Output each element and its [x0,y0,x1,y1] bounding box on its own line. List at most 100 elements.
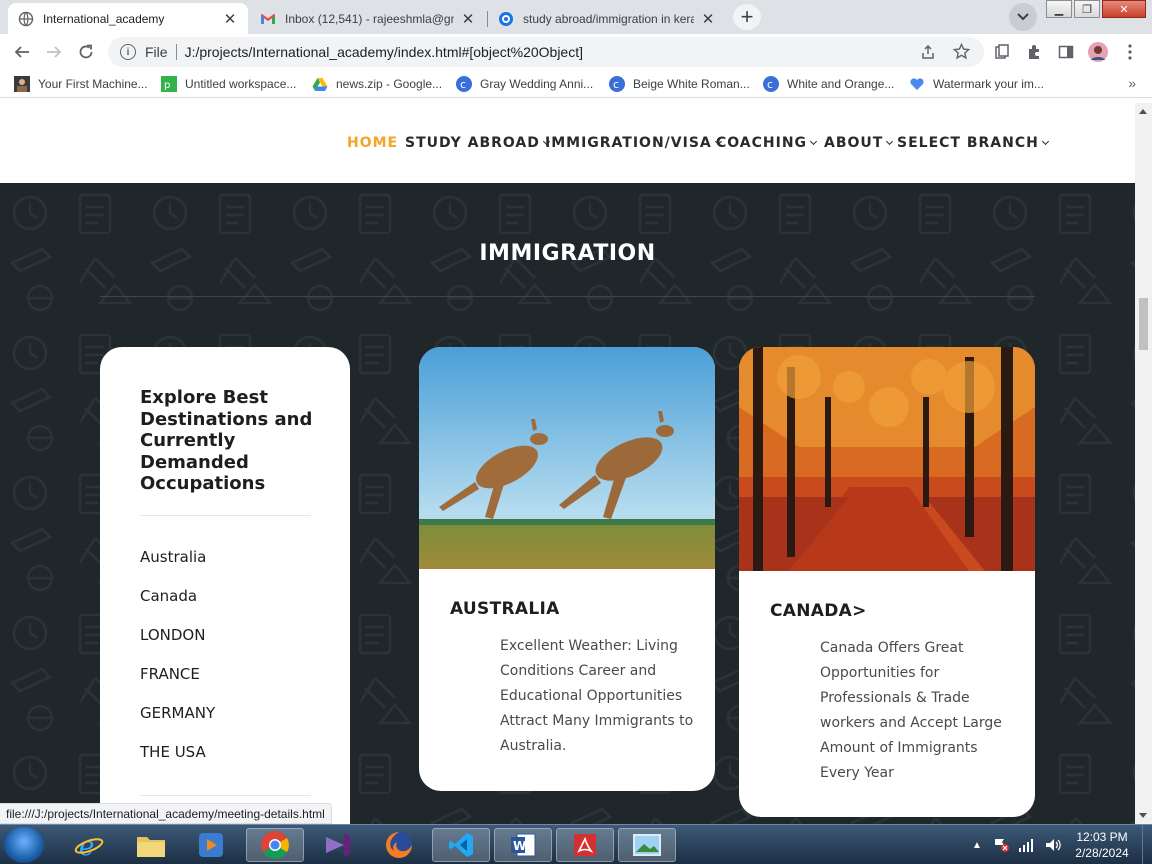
scroll-up-arrow-icon[interactable] [1139,109,1147,114]
visual-studio-icon[interactable] [308,828,366,862]
side-panel-icon[interactable] [1056,42,1076,62]
share-icon[interactable] [920,44,936,60]
close-tab-icon[interactable]: ✕ [222,11,238,28]
media-player-icon[interactable] [182,828,240,862]
arrow-right-icon [47,46,62,58]
destination-link[interactable]: FRANCE [140,665,200,683]
new-tab-button[interactable]: + [733,4,761,30]
canva-icon: c [609,76,625,92]
card-description: Canada Offers Great Opportunities for Pr… [820,640,1002,781]
bookmark-item[interactable]: Your First Machine... [14,76,148,92]
card-description: Excellent Weather: Living Conditions Car… [500,638,694,754]
bookmark-item[interactable]: news.zip - Google... [312,76,442,92]
tab-gmail-inbox[interactable]: Inbox (12,541) - rajeeshmla@gma ✕ [250,3,486,34]
bookmark-item[interactable]: Watermark your im... [909,76,1044,92]
reload-button[interactable] [74,40,98,64]
chrome-icon[interactable] [246,828,304,862]
tab-title: study abroad/immigration in kera [523,11,694,26]
close-tab-icon[interactable]: ✕ [700,11,716,28]
volume-icon[interactable] [1044,837,1062,853]
svg-text:p: p [164,80,170,91]
url-text: J:/projects/International_academy/index.… [184,44,584,60]
card-title[interactable]: CANADA> [770,601,867,621]
person-bookmark-icon [14,76,30,92]
nav-coaching[interactable]: COACHING [716,135,818,151]
australia-card[interactable]: AUSTRALIA Excellent Weather: Living Cond… [419,347,715,791]
nav-study-abroad[interactable]: STUDY ABROAD [405,135,550,151]
restore-button[interactable]: ❐ [1074,0,1100,18]
window-controls: ▁ ❐ ✕ [1044,0,1146,18]
star-icon[interactable] [953,43,970,60]
image-viewer-icon[interactable] [618,828,676,862]
menu-kebab-icon[interactable] [1120,42,1140,62]
svg-text:e: e [79,832,94,860]
minimize-button[interactable]: ▁ [1046,0,1072,18]
nav-immigration-visa[interactable]: IMMIGRATION/VISA [545,135,722,151]
google-drive-icon [312,78,328,91]
canva-icon: c [763,76,779,92]
svg-text:c: c [767,78,773,91]
bookmark-item[interactable]: c White and Orange... [763,76,894,92]
windows-taskbar: e W ▲ 12:03 PM 2/28/2024 [0,824,1152,864]
close-tab-icon[interactable]: ✕ [460,11,476,28]
extension-clipboard-icon[interactable] [992,42,1012,62]
action-center-flag-icon[interactable] [992,837,1010,853]
tray-expand-icon[interactable]: ▲ [972,840,982,851]
heart-bookmark-icon [910,78,924,90]
tab-title: International_academy [43,11,165,26]
scroll-down-arrow-icon[interactable] [1139,813,1147,818]
forward-button[interactable] [42,40,66,64]
globe-icon [18,11,34,26]
destination-link[interactable]: Canada [140,587,197,605]
address-bar[interactable]: i File J:/projects/International_academy… [108,37,984,67]
canada-card[interactable]: CANADA> Canada Offers Great Opportunitie… [739,347,1035,817]
bookmark-item[interactable]: p Untitled workspace... [161,76,296,92]
bookmark-item[interactable]: c Gray Wedding Anni... [456,76,593,92]
immigration-section: IMMIGRATION Explore Best Destinations an… [0,183,1135,824]
nav-select-branch[interactable]: SELECT BRANCH [897,135,1049,151]
reload-icon [79,44,93,59]
status-bar-url: file:///J:/projects/International_academ… [0,803,332,824]
word-icon[interactable]: W [494,828,552,862]
back-button[interactable] [10,40,34,64]
extensions-puzzle-icon[interactable] [1024,42,1044,62]
show-desktop-button[interactable] [1142,825,1152,864]
more-bookmarks-button[interactable]: » [1128,75,1136,91]
tab-study-abroad[interactable]: study abroad/immigration in kera ✕ [488,3,726,34]
taskbar-clock[interactable]: 12:03 PM 2/28/2024 [1066,829,1138,861]
url-scheme: File [145,44,168,60]
nav-home[interactable]: HOME [347,135,398,151]
window-close-button[interactable]: ✕ [1102,0,1146,18]
system-tray: ▲ [970,825,1062,864]
destinations-heading: Explore Best Destinations and Currently … [140,387,313,494]
scroll-thumb[interactable] [1139,298,1148,350]
tab-search-button[interactable] [1009,3,1037,31]
page-scrollbar[interactable] [1135,103,1152,824]
nav-about[interactable]: ABOUT [824,135,894,151]
tab-international-academy[interactable]: International_academy ✕ [8,3,248,34]
destination-link[interactable]: Australia [140,548,206,566]
start-orb-icon[interactable] [4,827,44,863]
clock-time: 12:03 PM [1076,830,1128,844]
pdf-reader-icon[interactable] [556,828,614,862]
profile-avatar[interactable] [1088,42,1108,62]
canva-icon: c [456,76,472,92]
file-explorer-icon[interactable] [122,828,180,862]
bookmarks-bar: Your First Machine... p Untitled workspa… [0,70,1152,98]
kangaroos-image [419,347,715,569]
site-info-icon[interactable]: i [120,44,136,60]
vscode-icon[interactable] [432,828,490,862]
clock-date: 2/28/2024 [1075,846,1129,860]
destination-link[interactable]: GERMANY [140,704,215,722]
chevron-down-icon [1017,13,1029,21]
bookmark-item[interactable]: c Beige White Roman... [609,76,750,92]
destination-link[interactable]: THE USA [140,743,206,761]
internet-explorer-icon[interactable]: e [60,828,118,862]
firefox-icon[interactable] [370,828,428,862]
destination-link[interactable]: LONDON [140,626,205,644]
destinations-card: Explore Best Destinations and Currently … [100,347,350,824]
svg-text:c: c [613,78,619,91]
site-navigation: HOME STUDY ABROAD IMMIGRATION/VISA COACH… [0,103,1135,183]
network-signal-icon[interactable] [1018,837,1036,853]
card-title[interactable]: AUSTRALIA [450,599,560,619]
